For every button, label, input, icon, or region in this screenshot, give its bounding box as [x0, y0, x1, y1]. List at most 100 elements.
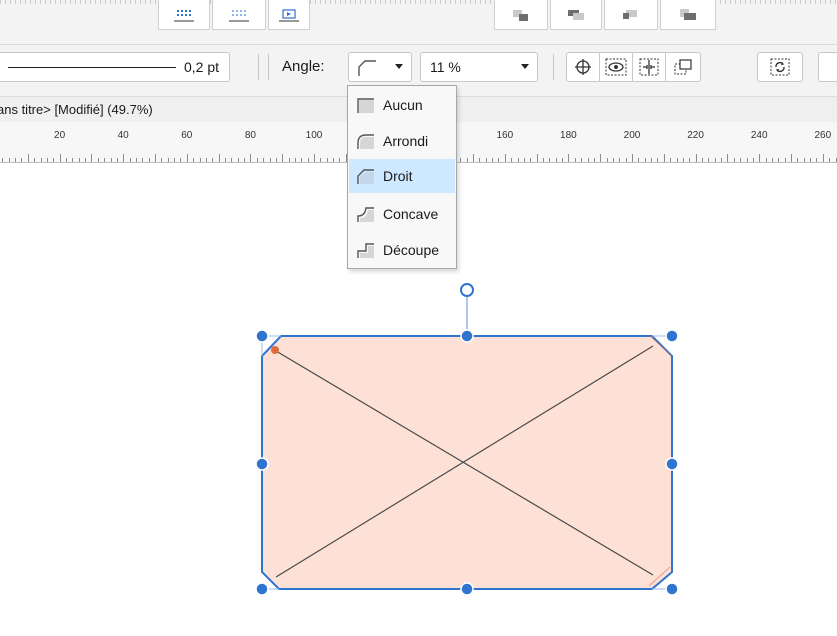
- ruler-tick: [72, 158, 74, 162]
- ruler-tick: [180, 158, 182, 162]
- corner-radius-handle[interactable]: [271, 346, 279, 354]
- menu-item-aucun[interactable]: Aucun: [349, 88, 455, 122]
- ruler-tick: [193, 158, 195, 162]
- ruler-tick: [199, 158, 201, 162]
- menu-item-decoupe[interactable]: Découpe: [349, 233, 455, 267]
- ruler-tick: [53, 158, 55, 162]
- ruler-tick: [784, 158, 786, 162]
- handle-top-center[interactable]: [460, 329, 474, 343]
- ruler-tick: [15, 158, 17, 162]
- corner-type-menu: Aucun Arrondi Droit Concave Découpe: [347, 85, 457, 269]
- ruler-tick: [155, 154, 156, 162]
- chevron-down-icon: [521, 64, 529, 69]
- ruler-tick: [797, 158, 799, 162]
- more-options-button[interactable]: [818, 52, 837, 82]
- ruler-tick: [708, 158, 710, 162]
- handle-top-right[interactable]: [665, 329, 679, 343]
- ruler-tick: [301, 158, 303, 162]
- angle-label: Angle:: [282, 58, 325, 75]
- ruler-tick: [581, 158, 583, 162]
- snap-grid-button[interactable]: [158, 0, 210, 30]
- ruler-tick: [40, 158, 42, 162]
- ruler-tick: [333, 158, 335, 162]
- handle-middle-right[interactable]: [665, 457, 679, 471]
- ruler-tick: [34, 158, 36, 162]
- corner-size-dropdown[interactable]: 11 %: [420, 52, 538, 82]
- ruler-label: 20: [54, 130, 66, 141]
- rotation-handle[interactable]: [460, 283, 474, 297]
- ruler-tick: [116, 158, 118, 162]
- show-hide-button[interactable]: [599, 52, 633, 82]
- ruler-tick: [651, 158, 653, 162]
- ruler-tick: [746, 158, 748, 162]
- ruler-tick: [810, 158, 812, 162]
- ruler-label: 220: [687, 130, 704, 141]
- menu-item-concave[interactable]: Concave: [349, 197, 455, 231]
- handle-middle-left[interactable]: [255, 457, 269, 471]
- bring-forward-icon: [623, 9, 637, 19]
- ruler-tick: [479, 158, 481, 162]
- handle-bottom-right[interactable]: [665, 582, 679, 596]
- ruler-tick: [759, 154, 761, 162]
- corner-size-value: 11 %: [430, 59, 461, 75]
- ruler-tick: [174, 158, 176, 162]
- align-center-button[interactable]: [632, 52, 666, 82]
- ruler-tick: [504, 154, 506, 162]
- handle-bottom-left[interactable]: [255, 582, 269, 596]
- send-backward-icon: [568, 9, 584, 20]
- menu-item-label: Droit: [383, 168, 413, 184]
- ruler-tick: [59, 154, 61, 162]
- ruler-tick: [269, 158, 271, 162]
- ruler-tick: [606, 158, 608, 162]
- ruler-tick: [27, 154, 29, 162]
- ruler-tick: [466, 158, 468, 162]
- line-weight-field[interactable]: 0,2 pt: [0, 52, 230, 82]
- menu-item-arrondi[interactable]: Arrondi: [349, 124, 455, 158]
- corner-straight-icon: [358, 60, 376, 76]
- ruler-tick: [740, 158, 742, 162]
- selected-shape[interactable]: [261, 335, 673, 590]
- ruler-tick: [485, 158, 487, 162]
- menu-item-droit[interactable]: Droit: [349, 159, 455, 193]
- ruler-tick: [765, 158, 767, 162]
- grid-dots-icon: [174, 9, 194, 21]
- ruler-tick: [142, 158, 144, 162]
- ruler-tick: [473, 154, 474, 162]
- menu-item-label: Aucun: [383, 97, 423, 113]
- bring-to-front-icon: [680, 8, 696, 20]
- handle-top-left[interactable]: [255, 329, 269, 343]
- ruler-tick: [702, 158, 703, 162]
- snap-grid-light-button[interactable]: [212, 0, 266, 30]
- snap-guides-button[interactable]: [268, 0, 310, 30]
- eye-icon: [605, 58, 627, 76]
- ruler-tick: [97, 158, 99, 162]
- corner-type-dropdown[interactable]: [348, 52, 412, 82]
- transform-origin-button[interactable]: [566, 52, 600, 82]
- copy-transform-button[interactable]: [665, 52, 701, 82]
- ruler-tick: [752, 158, 754, 162]
- arrange-back-button[interactable]: [494, 0, 548, 30]
- ruler-tick: [78, 158, 80, 162]
- ruler-tick: [663, 154, 665, 162]
- ruler-tick: [803, 158, 805, 162]
- ruler-tick: [714, 158, 716, 162]
- ruler-tick: [829, 158, 831, 162]
- menu-item-label: Découpe: [383, 242, 440, 258]
- ruler-tick: [530, 158, 532, 162]
- ruler-tick: [225, 158, 226, 162]
- ruler-tick: [320, 158, 322, 162]
- ruler-label: 40: [117, 130, 129, 141]
- rotate-button[interactable]: [757, 52, 803, 82]
- ruler-label: 200: [623, 130, 641, 141]
- arrange-forward-button[interactable]: [604, 0, 658, 30]
- arrange-front-button[interactable]: [660, 0, 716, 30]
- ruler-tick: [536, 154, 538, 162]
- line-weight-value: 0,2 pt: [184, 59, 220, 75]
- handle-bottom-center[interactable]: [460, 582, 474, 596]
- corner-rounded-icon: [357, 134, 374, 149]
- ruler-tick: [186, 154, 188, 162]
- corner-straight-icon: [357, 169, 374, 184]
- arrange-backward-button[interactable]: [550, 0, 602, 30]
- copy-frame-icon: [674, 59, 692, 75]
- ruler-tick: [167, 158, 169, 162]
